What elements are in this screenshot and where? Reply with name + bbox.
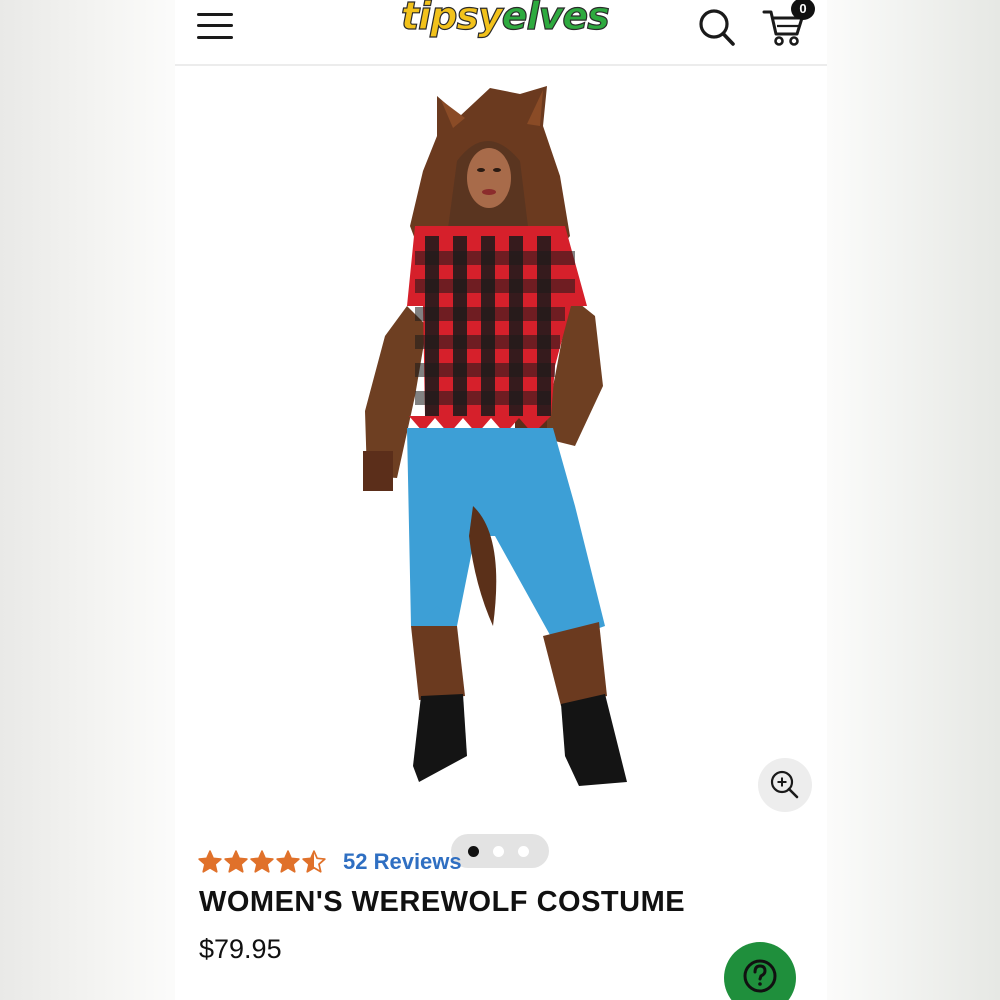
menu-line [197, 36, 233, 39]
site-logo[interactable]: tipsyelves [400, 0, 610, 39]
werewolf-costume-illustration [363, 86, 627, 786]
logo-text-tipsy: tipsy [400, 0, 503, 39]
star-icon [302, 850, 326, 873]
carousel-dot[interactable] [518, 846, 529, 857]
star-rating [197, 849, 327, 875]
star-icon [198, 850, 222, 873]
menu-line [197, 13, 233, 16]
zoom-button[interactable] [758, 758, 812, 812]
reviews-link[interactable]: 52 Reviews [343, 849, 462, 875]
rating-row: 52 Reviews [197, 846, 462, 878]
question-mark-icon [743, 959, 777, 993]
search-button[interactable] [695, 4, 739, 48]
mobile-page: tipsyelves 0 52 Reviews WOMEN'S WEREWOLF… [175, 0, 827, 1000]
carousel-dot[interactable] [468, 846, 479, 857]
carousel-pagination [451, 834, 549, 868]
product-price: $79.95 [199, 934, 282, 964]
search-icon [699, 9, 735, 46]
star-icon [276, 850, 300, 873]
help-button[interactable] [724, 942, 796, 1000]
carousel-dot[interactable] [493, 846, 504, 857]
product-title: WOMEN'S WEREWOLF COSTUME [199, 886, 686, 918]
hamburger-menu-button[interactable] [193, 6, 237, 46]
site-header: tipsyelves 0 [175, 0, 827, 66]
star-icon [250, 850, 274, 873]
menu-line [197, 24, 233, 27]
product-image[interactable] [175, 66, 827, 868]
logo-text-elves: elves [501, 0, 610, 39]
star-icon [224, 850, 248, 873]
zoom-in-icon [770, 770, 799, 799]
